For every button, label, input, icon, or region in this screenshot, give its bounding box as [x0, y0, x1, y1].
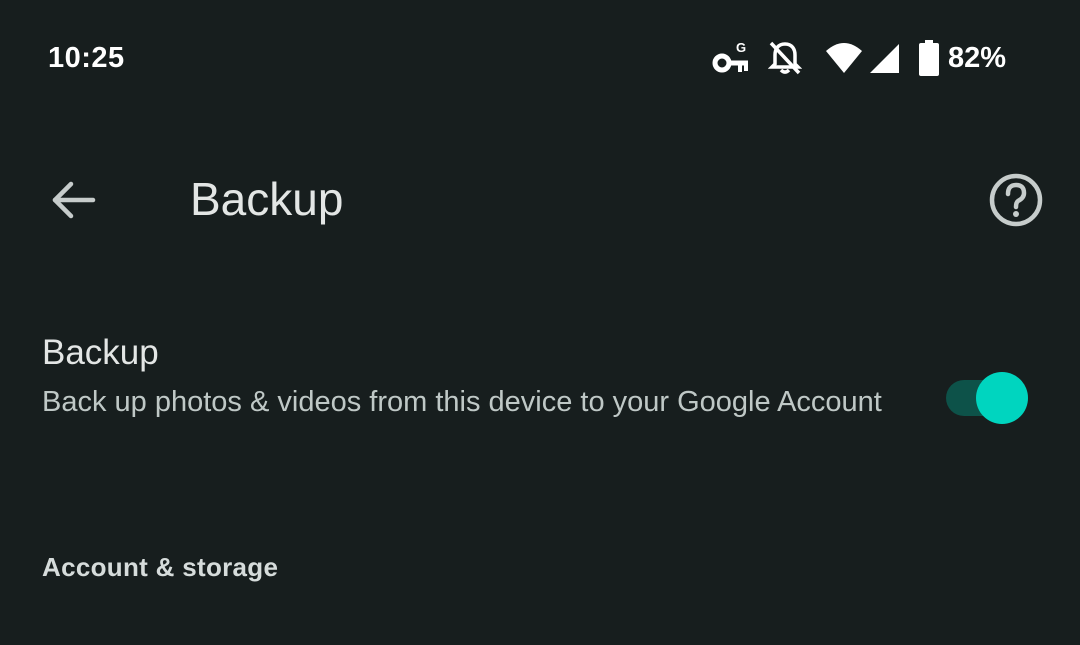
backup-setting-description: Back up photos & videos from this device…: [42, 386, 882, 418]
account-storage-section-header: Account & storage: [42, 552, 279, 582]
app-bar: Backup: [0, 150, 1080, 254]
vpn-key-icon: G: [712, 38, 752, 78]
status-icons: G 82%: [712, 38, 1006, 78]
help-button[interactable]: [982, 168, 1050, 236]
backup-settings-screen: 10:25 G 82% Backup Backup Back up photos…: [0, 0, 1080, 645]
back-button[interactable]: [40, 168, 108, 236]
arrow-back-icon: [51, 180, 97, 225]
battery-percent: 82%: [947, 41, 1006, 74]
backup-setting-title: Backup: [42, 333, 159, 372]
notifications-off-icon: [767, 40, 802, 76]
help-icon: [988, 172, 1044, 233]
battery-icon: [918, 40, 940, 76]
backup-setting-row[interactable]: Backup Back up photos & videos from this…: [0, 325, 1080, 475]
cell-signal-icon: [868, 42, 900, 74]
backup-toggle[interactable]: [946, 372, 1030, 424]
wifi-icon: [824, 41, 864, 75]
toggle-thumb: [976, 372, 1028, 424]
status-time: 10:25: [48, 42, 125, 74]
status-bar: 10:25 G 82%: [0, 0, 1080, 120]
page-title: Backup: [190, 173, 344, 225]
svg-text:G: G: [736, 40, 746, 55]
